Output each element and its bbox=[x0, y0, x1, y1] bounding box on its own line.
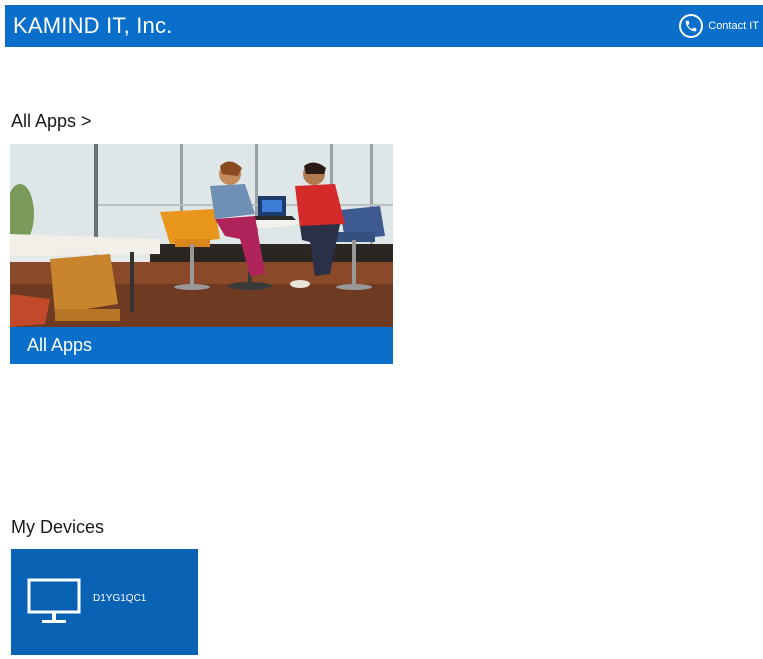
contact-it-button[interactable]: Contact IT bbox=[679, 14, 763, 38]
contact-it-label: Contact IT bbox=[708, 20, 759, 32]
all-apps-heading-link[interactable]: All Apps > bbox=[11, 111, 92, 132]
device-name: D1YG1QC1 bbox=[93, 592, 147, 604]
monitor-icon bbox=[27, 578, 81, 623]
company-name: KAMIND IT, Inc. bbox=[13, 13, 173, 38]
my-devices-heading: My Devices bbox=[11, 517, 105, 537]
all-apps-tile-label: All Apps bbox=[10, 327, 393, 364]
phone-icon bbox=[679, 14, 704, 38]
device-tile[interactable]: D1YG1QC1 bbox=[11, 549, 198, 655]
company-portal-page: KAMIND IT, Inc. Contact IT All Apps > Al… bbox=[0, 0, 763, 659]
all-apps-photo bbox=[10, 144, 393, 327]
header-bar: KAMIND IT, Inc. Contact IT bbox=[5, 5, 763, 47]
all-apps-tile[interactable]: All Apps bbox=[10, 144, 393, 364]
